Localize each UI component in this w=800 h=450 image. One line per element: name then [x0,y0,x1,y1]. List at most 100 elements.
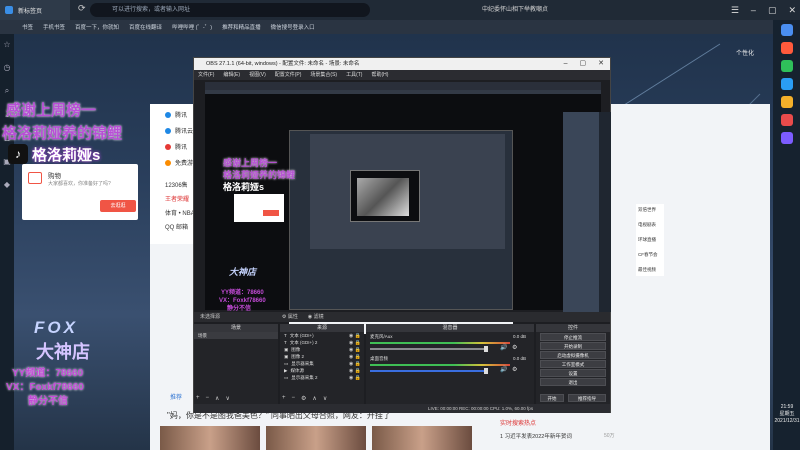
star-icon[interactable]: ☆ [3,40,10,49]
side-menu-item[interactable]: 最佳视频 [638,267,662,273]
start-recording-button[interactable]: 开始录制 [540,342,606,350]
bookmark-item[interactable]: 微信搜号登录入口 [271,23,315,31]
scene-item[interactable]: 场景 [194,332,278,339]
address-bar[interactable]: 可以进行搜索，或者输入网址 [90,3,370,17]
obs-menu-item[interactable]: 帮助(H) [371,70,388,80]
news-image[interactable] [372,426,472,450]
side-menu-item[interactable]: 电视剧表 [638,222,662,228]
down-icon[interactable]: ∨ [225,395,229,402]
history-icon[interactable]: ◷ [4,63,11,72]
up-icon[interactable]: ∧ [215,395,219,402]
volume-slider[interactable] [370,348,488,350]
visibility-eye-icon[interactable]: ◉ 🔒 [349,347,361,353]
search-hint[interactable]: 中纪委怀山相下举教嘲贞 [470,3,620,17]
app-shortcut-icon[interactable] [780,114,793,126]
obs-menu-item[interactable]: 配置文件(P) [275,70,302,80]
studio-mode-button[interactable]: 工作室模式 [540,360,606,368]
obs-menu-item[interactable]: 编辑(E) [223,70,240,80]
site-item[interactable]: 腾讯 [165,110,193,119]
visibility-eye-icon[interactable]: ◉ 🔒 [349,375,361,381]
close-icon[interactable]: ✕ [788,5,796,16]
personalize-link[interactable]: 个性化 [736,48,754,57]
volume-knob[interactable] [484,368,488,374]
game-icon[interactable]: ◆ [4,180,10,189]
bookmark-item[interactable]: 推荐和精品直播 [222,23,261,31]
obs-menu-item[interactable]: 场景集合(S) [310,70,337,80]
source-item[interactable]: ▶ 媒体源 ◉ 🔒 [280,367,364,374]
site-link[interactable]: 王者荣耀 [165,194,189,203]
add-icon[interactable]: + [282,395,286,402]
gear-icon[interactable]: ⚙ [512,344,517,351]
virtual-camera-button[interactable]: 启动虚拟摄像机 [540,351,606,359]
hot-search-item[interactable]: 1 习近平发表2022年新年贺词 [500,432,572,440]
up-icon[interactable]: ∧ [312,395,316,402]
obs-menu-item[interactable]: 视图(V) [249,70,266,80]
side-menu-item[interactable]: 环球直播 [638,237,662,243]
app-shortcut-icon[interactable] [780,42,793,54]
site-link[interactable]: 体育 • NBA [165,208,195,217]
site-link[interactable]: QQ 邮箱 [165,222,188,231]
speaker-icon[interactable]: 🔊 [500,344,507,351]
refresh-icon[interactable]: ⟳ [78,3,86,14]
remove-icon[interactable]: − [292,395,296,402]
source-item[interactable]: ▭ 显示器采集 ◉ 🔒 [280,360,364,367]
app-shortcut-icon[interactable] [780,132,793,144]
settings-button[interactable]: 设置 [540,369,606,377]
go-shopping-button[interactable]: 去逛逛 [100,200,136,212]
search-icon[interactable]: ⌕ [5,86,9,96]
site-item[interactable]: 腾讯 [165,142,193,151]
down-icon[interactable]: ∨ [323,395,327,402]
gear-icon[interactable]: ⚙ [512,366,517,373]
visibility-eye-icon[interactable]: ◉ 🔒 [349,354,361,360]
bookmark-item[interactable]: 百度在线翻译 [129,23,162,31]
site-item[interactable]: 免费游 [165,158,193,167]
bookmark-item[interactable]: 手机书签 [43,23,65,31]
site-item[interactable]: 腾讯云 [165,126,193,135]
bookmark-item[interactable]: 哔哩哔哩 (゜-゜) [172,23,212,31]
source-item[interactable]: ▭ 显示器采集 2 ◉ 🔒 [280,374,364,381]
maximize-icon[interactable]: ▢ [580,58,587,70]
source-item[interactable]: T 文本 (GDI+) 2 ◉ 🔒 [280,339,364,346]
remove-icon[interactable]: − [206,395,210,402]
site-link[interactable]: 12306售 [165,180,188,189]
side-menu-item[interactable]: CF春节会 [638,252,662,258]
obs-menu-item[interactable]: 工具(T) [346,70,362,80]
speaker-icon[interactable]: 🔊 [500,366,507,373]
news-image[interactable] [160,426,260,450]
app-shortcut-icon[interactable] [780,78,793,90]
obs-preview-canvas[interactable]: 感谢上周榜一 格洛莉娅养的锦鲤 格洛莉娅s 大神店 YY频道：78660 VX：… [205,82,611,334]
app-shortcut-icon[interactable] [780,24,793,36]
news-image[interactable] [266,426,366,450]
bookmark-item[interactable]: 百度一下，你就知 [75,23,119,31]
browser-tab[interactable]: 新标签页 [0,0,70,20]
visibility-eye-icon[interactable]: ◉ 🔒 [349,361,361,367]
obs-menu-item[interactable]: 文件(F) [198,70,214,80]
guide-button[interactable]: 推荐指导 [568,394,606,402]
side-menu-item[interactable]: 双倍世界 [638,207,662,213]
wechat-icon[interactable] [780,60,793,72]
volume-slider[interactable] [370,370,488,372]
tab-recommend[interactable]: 推荐 [170,392,182,401]
minimize-icon[interactable]: – [564,58,568,70]
source-item[interactable]: ▣ 图像 2 ◉ 🔒 [280,353,364,360]
properties-button[interactable]: ⚙ 属性 [282,313,298,320]
close-icon[interactable]: ✕ [598,58,604,70]
menu-icon[interactable]: ☰ [731,5,739,16]
visibility-eye-icon[interactable]: ◉ 🔒 [349,368,361,374]
filters-button[interactable]: ◉ 滤镜 [308,313,324,320]
bookmark-item[interactable]: 书签 [22,23,33,31]
add-icon[interactable]: + [196,395,200,402]
minimize-icon[interactable]: – [751,5,756,15]
start-button[interactable]: 开始 [540,394,564,402]
app-shortcut-icon[interactable] [780,96,793,108]
source-item[interactable]: T 文本 (GDI+) ◉ 🔒 [280,332,364,339]
visibility-eye-icon[interactable]: ◉ 🔒 [349,340,361,346]
visibility-eye-icon[interactable]: ◉ 🔒 [349,333,361,339]
volume-knob[interactable] [484,346,488,352]
exit-button[interactable]: 退出 [540,378,606,386]
stop-streaming-button[interactable]: 停止推流 [540,333,606,341]
gear-icon[interactable]: ⚙ [301,395,306,402]
source-item[interactable]: ▣ 图像 ◉ 🔒 [280,346,364,353]
maximize-icon[interactable]: ▢ [768,5,777,16]
system-clock[interactable]: 21:59 星期五 2021/12/31 [774,404,800,425]
